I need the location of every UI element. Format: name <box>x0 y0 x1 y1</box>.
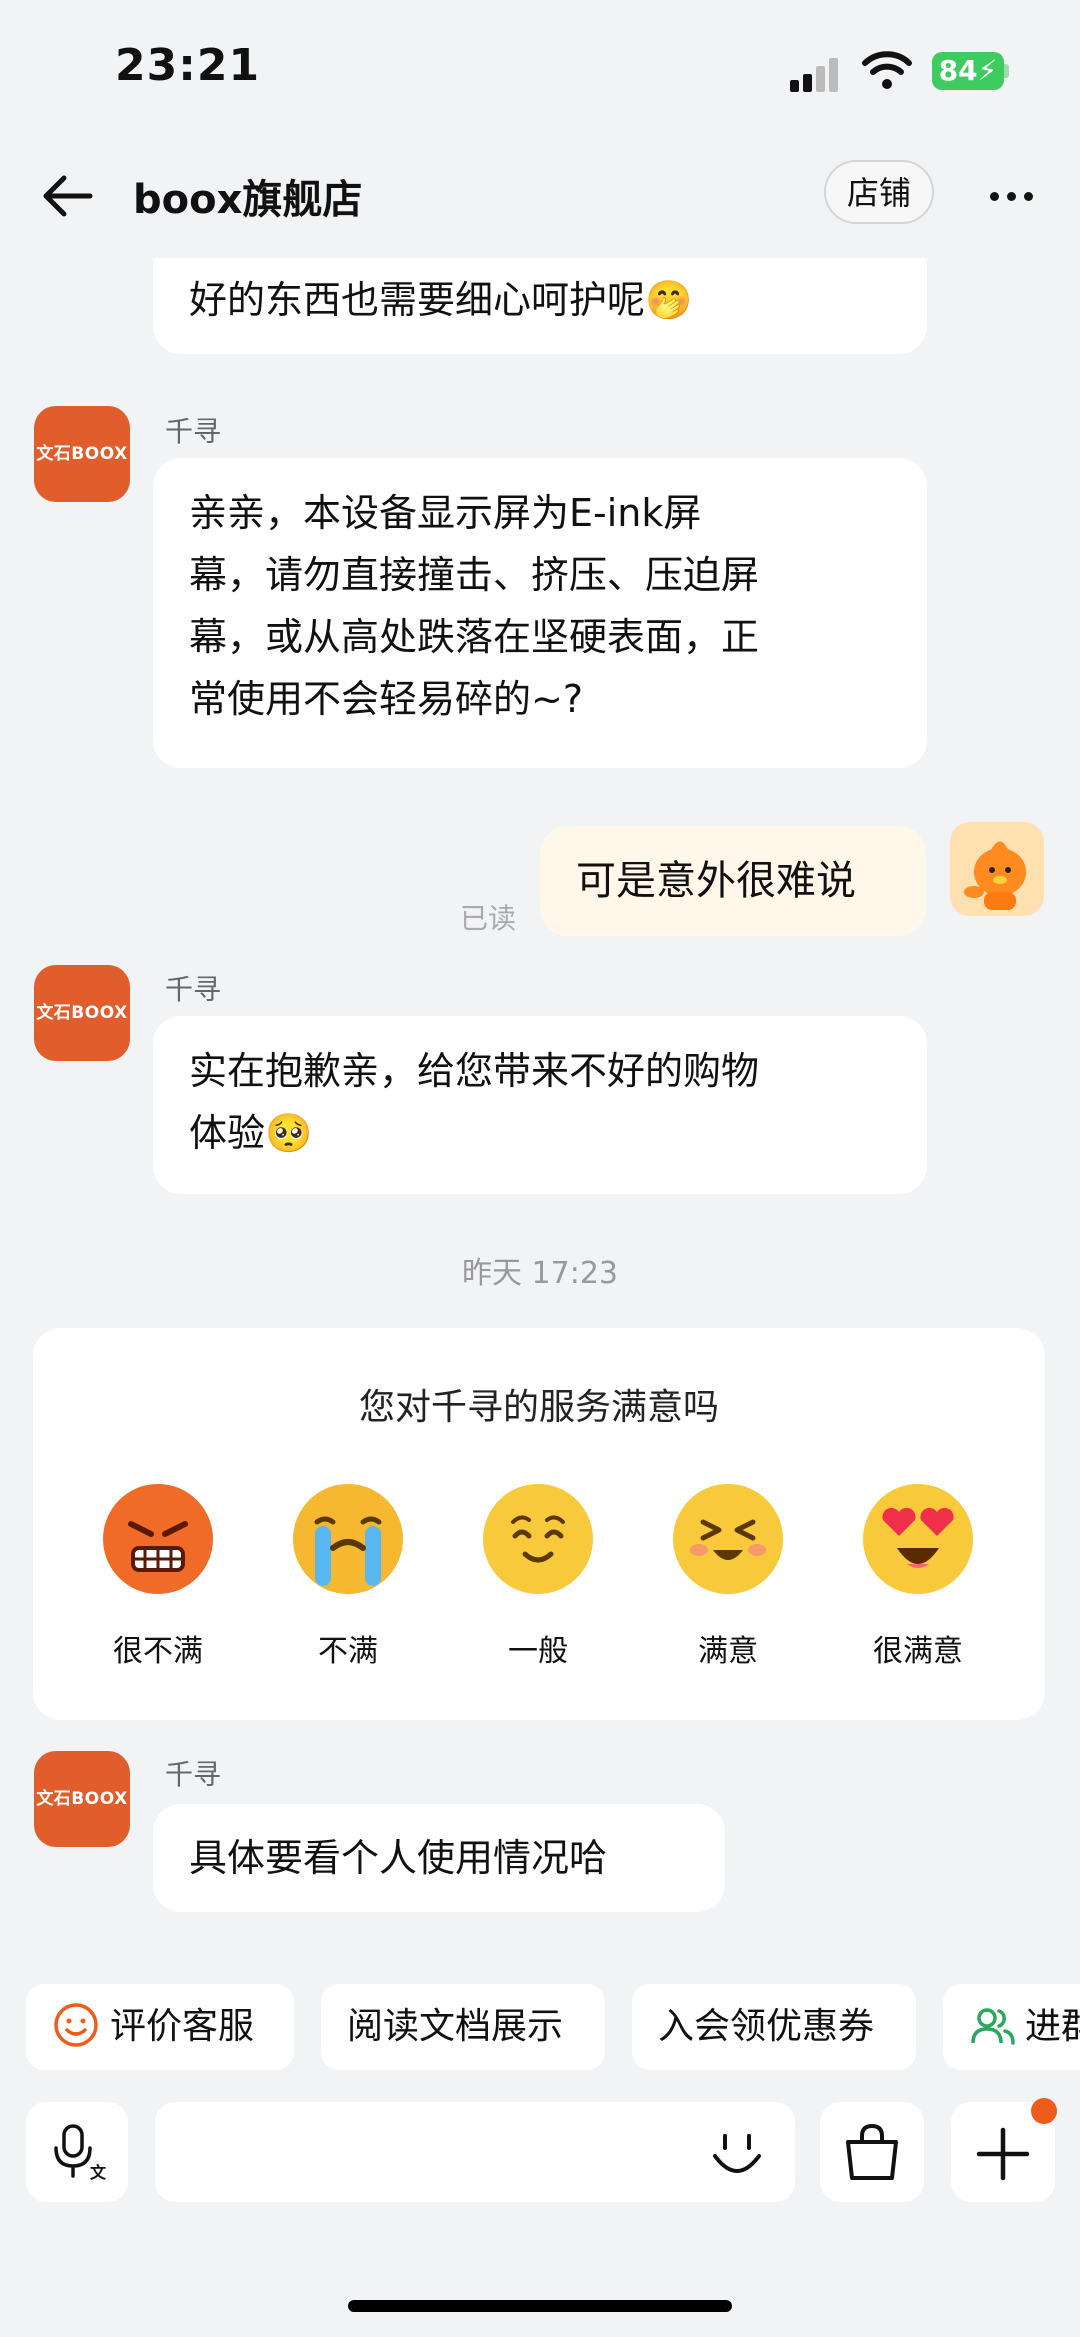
store-button[interactable]: 店铺 <box>824 160 934 224</box>
battery-cap <box>1004 64 1009 78</box>
message-bubble-agent: 实在抱歉亲，给您带来不好的购物 体验🥺 <box>153 1016 927 1194</box>
wifi-icon <box>862 51 912 89</box>
sender-name: 千寻 <box>165 973 222 1006</box>
angry-face-icon <box>103 1484 213 1594</box>
shopping-bag-button[interactable] <box>820 2102 924 2202</box>
sender-name: 千寻 <box>165 415 222 448</box>
status-time: 23:21 <box>115 40 261 91</box>
rating-very-satisfied[interactable]: 很满意 <box>843 1484 993 1670</box>
message-bubble-user: 可是意外很难说 <box>540 826 926 936</box>
read-status: 已读 <box>460 902 517 935</box>
shopping-bag-icon <box>846 2123 898 2180</box>
message-bubble-agent: 具体要看个人使用情况哈 <box>153 1804 725 1912</box>
microphone-icon: 文 <box>54 2124 107 2182</box>
back-arrow-icon[interactable] <box>42 174 94 218</box>
heart-eyes-face-icon <box>863 1484 973 1594</box>
quick-action-rate-service[interactable]: 评价客服 <box>26 1984 294 2070</box>
agent-avatar[interactable]: 文石BOOX <box>34 406 130 502</box>
home-indicator[interactable] <box>348 2300 732 2312</box>
notification-dot <box>1031 2098 1057 2124</box>
cellular-signal-icon <box>790 56 844 92</box>
users-icon <box>971 2008 1015 2045</box>
message-bubble-agent: 亲亲，本设备显示屏为E-ink屏 幕，请勿直接撞击、挤压、压迫屏 幕，或从高处跌… <box>153 458 927 768</box>
survey-title: 您对千寻的服务满意吗 <box>358 1387 719 1428</box>
battery-icon: 84⚡ <box>932 52 1004 90</box>
user-avatar[interactable] <box>950 822 1044 916</box>
quick-action-read-docs[interactable]: 阅读文档展示 <box>321 1984 605 2070</box>
satisfaction-survey-card: 您对千寻的服务满意吗 很不满 不满 一般 满意 很满意 <box>33 1328 1045 1720</box>
rating-neutral[interactable]: 一般 <box>463 1484 613 1670</box>
message-input[interactable] <box>155 2102 795 2202</box>
sender-name: 千寻 <box>165 1758 222 1791</box>
voice-input-button[interactable]: 文 <box>26 2102 128 2202</box>
rating-dissatisfied[interactable]: 不满 <box>273 1484 423 1670</box>
content-face-icon <box>483 1484 593 1594</box>
svg-text:文: 文 <box>90 2163 107 2182</box>
emoji-icon[interactable] <box>709 2126 765 2182</box>
plus-icon <box>976 2127 1030 2181</box>
rating-satisfied[interactable]: 满意 <box>653 1484 803 1670</box>
more-actions-button[interactable] <box>951 2098 1057 2202</box>
page-title: boox旗舰店 <box>133 177 363 223</box>
quick-action-join-coupon[interactable]: 入会领优惠券 <box>632 1984 916 2070</box>
message-timestamp: 昨天 17:23 <box>462 1256 618 1291</box>
agent-avatar[interactable]: 文石BOOX <box>34 965 130 1061</box>
crying-face-icon <box>293 1484 403 1594</box>
quick-action-join-group[interactable]: 进群 <box>943 1984 1080 2070</box>
smiley-icon <box>54 2003 98 2047</box>
message-bubble-agent: 好的东西也需要细心呵护呢🤭 <box>153 258 927 354</box>
grinning-face-icon <box>673 1484 783 1594</box>
more-options-icon[interactable] <box>990 186 1041 205</box>
rating-very-dissatisfied[interactable]: 很不满 <box>83 1484 233 1670</box>
agent-avatar[interactable]: 文石BOOX <box>34 1751 130 1847</box>
